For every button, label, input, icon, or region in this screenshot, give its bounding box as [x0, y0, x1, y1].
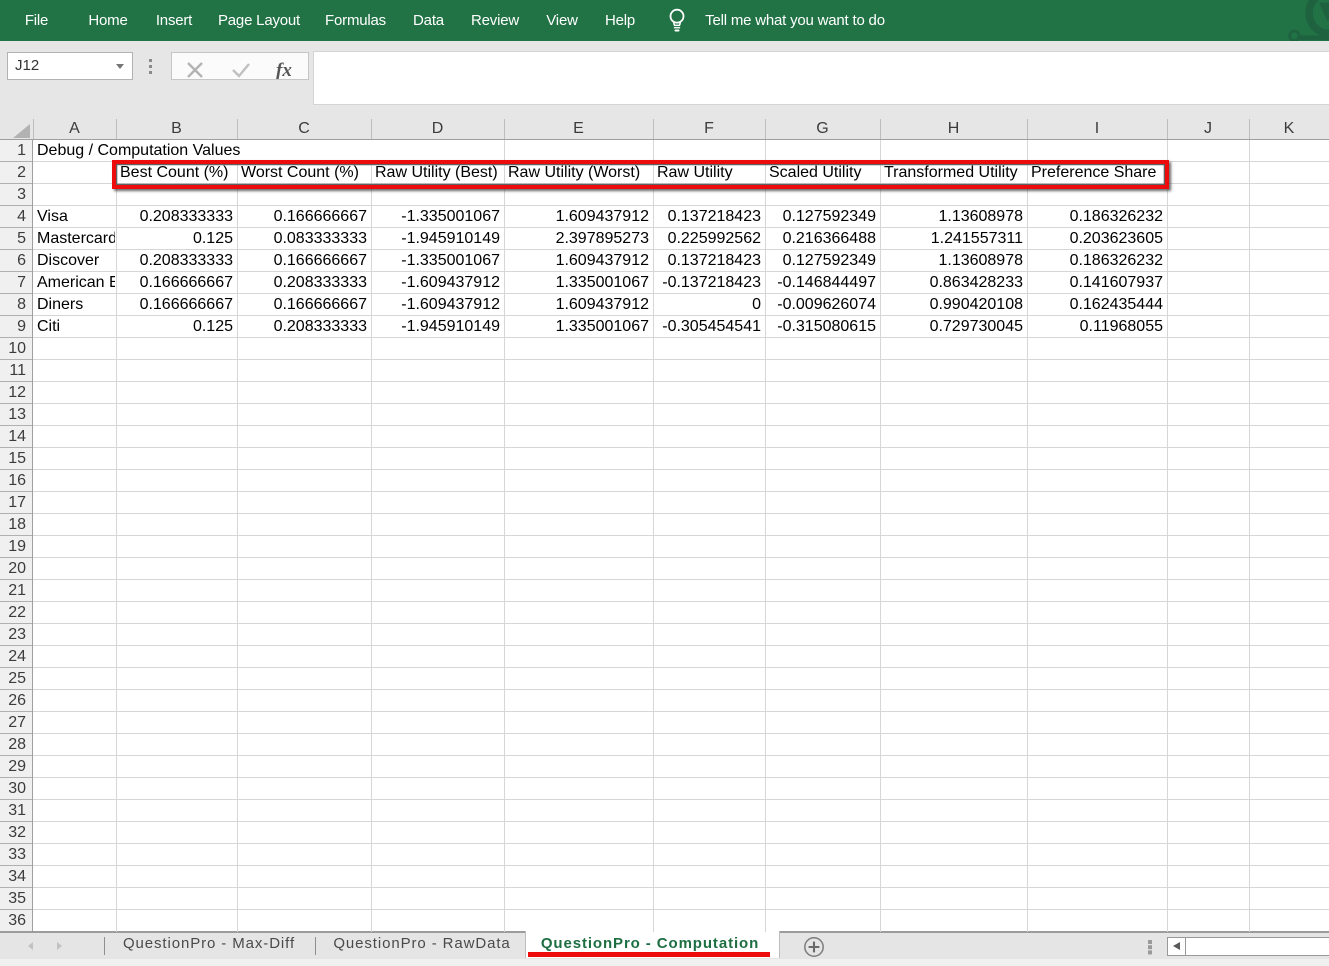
svg-text:fx: fx [276, 60, 292, 79]
